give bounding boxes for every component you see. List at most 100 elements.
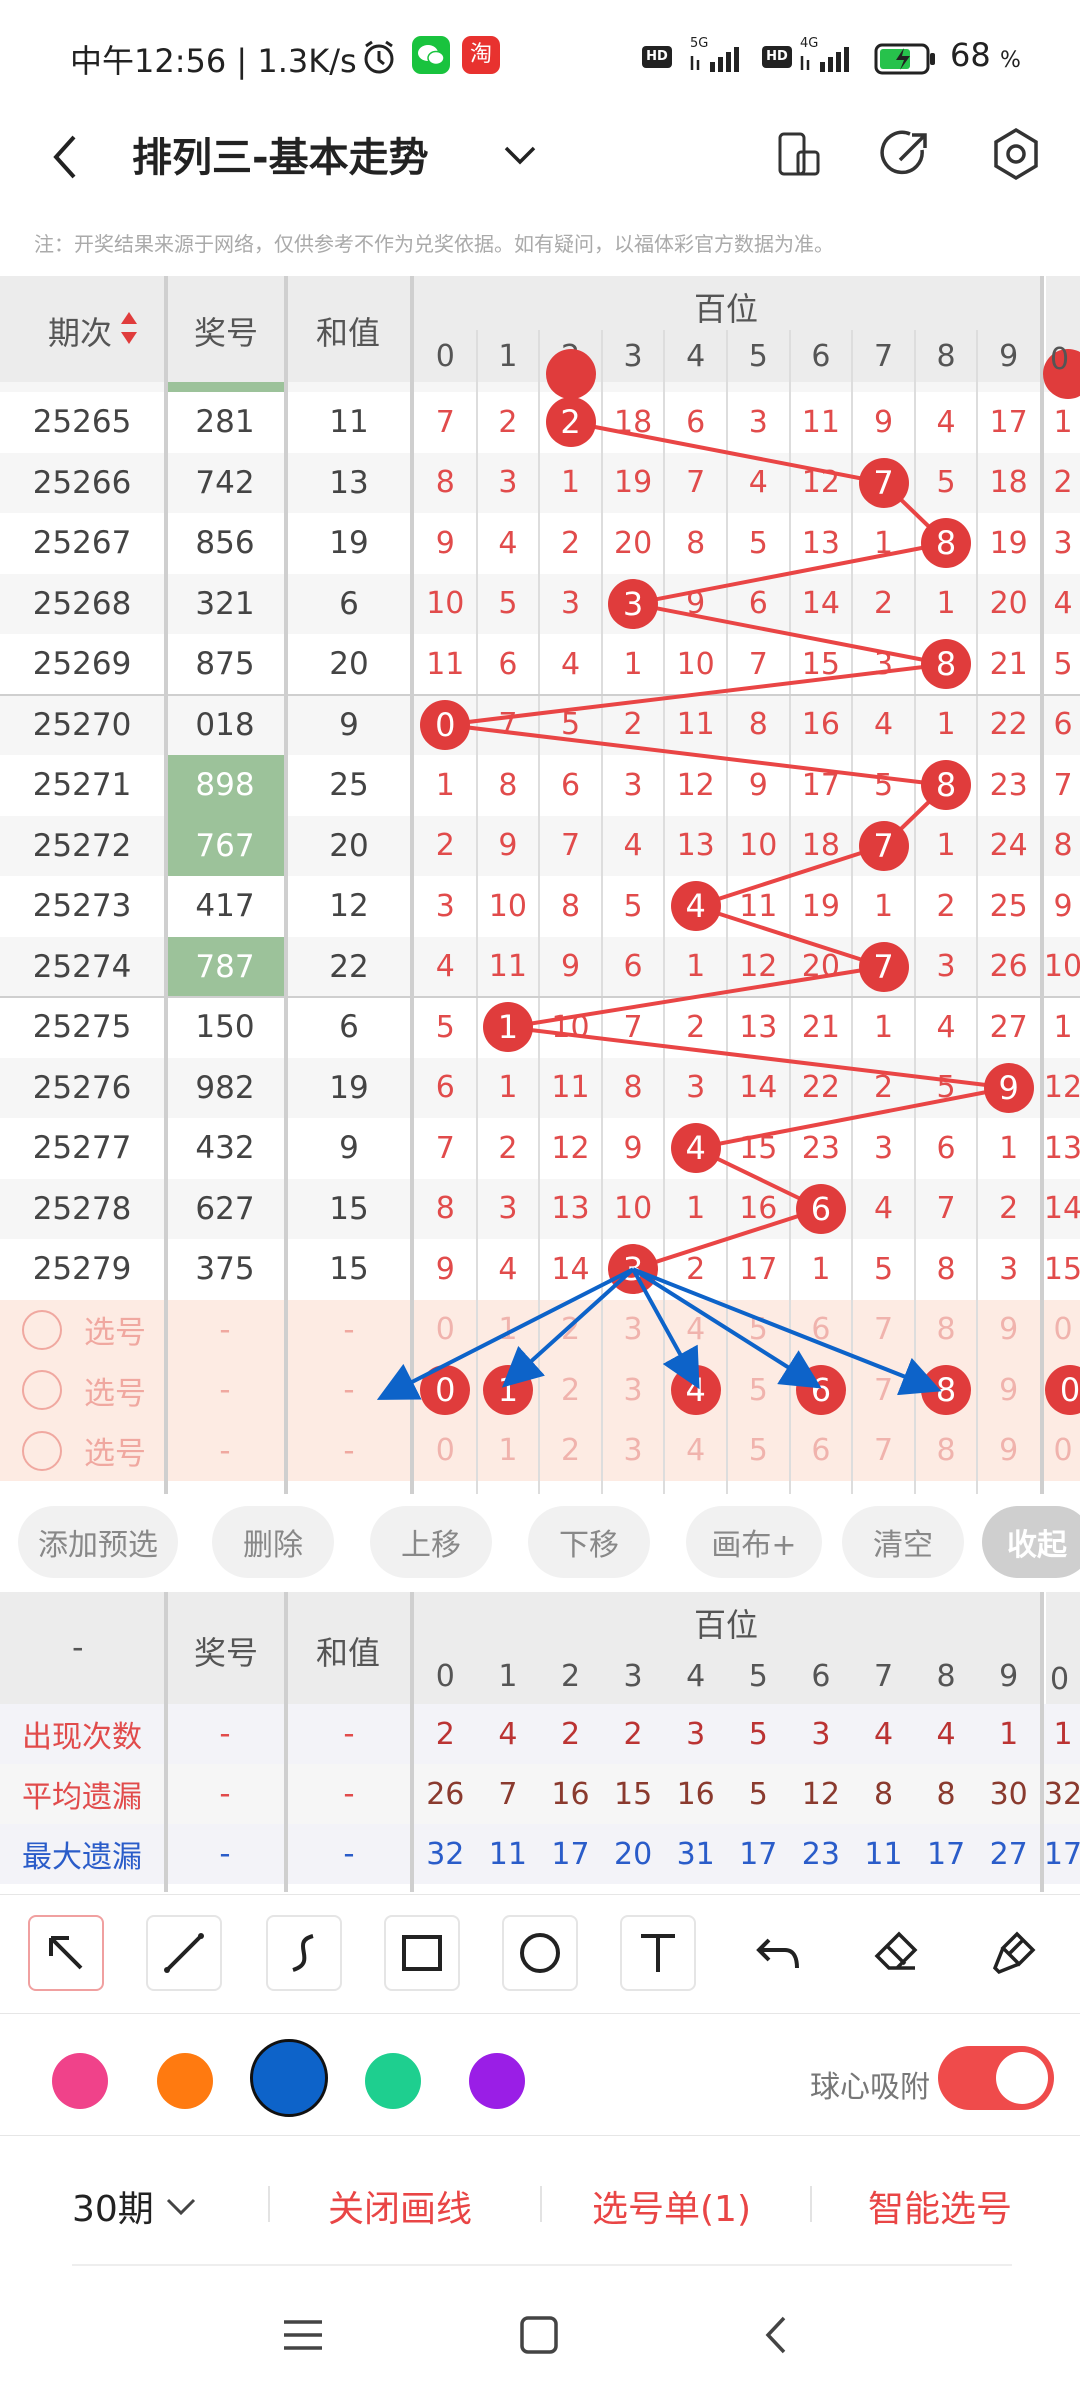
drawn-arrow[interactable] — [632, 1267, 942, 1396]
digit-header-5: 5 — [748, 1658, 768, 1694]
stats-value: 2 — [623, 1716, 643, 1752]
digit-header-7: 7 — [873, 1658, 894, 1694]
hd-badge-2: HD — [762, 46, 792, 68]
text-tool[interactable] — [620, 1915, 696, 1991]
divider — [284, 1592, 288, 1892]
share-icon[interactable] — [878, 126, 934, 182]
stats-header-group-label: 百位 — [694, 1606, 759, 1644]
stats-digit-header: 0 1 2 3 4 5 6 7 8 9 — [414, 1648, 1040, 1704]
color-purple[interactable] — [469, 2053, 525, 2109]
circle-tool[interactable] — [502, 1915, 578, 1991]
drawn-arrow[interactable] — [376, 1267, 635, 1400]
line-icon — [164, 1933, 204, 1973]
magnet-toggle[interactable] — [938, 2046, 1054, 2110]
stats-value: 11 — [864, 1836, 903, 1872]
delete-button[interactable]: 删除 — [212, 1506, 334, 1578]
divider — [1040, 1592, 1044, 1892]
stats-next-group: 17 — [1043, 1836, 1080, 1872]
pick-list-button[interactable]: 选号单(1) — [592, 2180, 751, 2232]
stats-value: 17 — [927, 1836, 966, 1872]
page-title[interactable]: 排列三-基本走势 — [132, 125, 429, 183]
stats-sum-dash: - — [343, 1716, 355, 1752]
stats-value: 17 — [739, 1836, 778, 1872]
color-green[interactable] — [365, 2053, 421, 2109]
stats-value: 2 — [435, 1716, 455, 1752]
rectangle-tool[interactable] — [384, 1915, 460, 1991]
stats-value: 15 — [614, 1776, 653, 1812]
stats-value: 4 — [936, 1716, 956, 1752]
move-up-button[interactable]: 上移 — [370, 1506, 492, 1578]
menu-icon[interactable] — [278, 2310, 328, 2360]
app-header: 排列三-基本走势 — [0, 120, 1080, 230]
action-bar: 添加预选 删除 上移 下移 画布+ 清空 收起 — [0, 1500, 1080, 1590]
stats-label: 出现次数 — [22, 1720, 142, 1755]
stats-header-group: 百位 — [414, 1592, 1040, 1648]
alarm-icon — [364, 40, 394, 74]
stats-sum-dash: - — [343, 1836, 355, 1872]
arrow-tool[interactable] — [28, 1915, 104, 1991]
separator — [540, 2186, 542, 2222]
move-down-button[interactable]: 下移 — [528, 1506, 650, 1578]
eraser-button[interactable] — [858, 1915, 934, 1991]
stats-rows: 出现次数 - -2 4 2 2 3 5 3 4 4 1 1 平均遗漏 - -26 7 16 15 16 5 12 8 8 30 3… — [0, 1704, 1080, 1892]
chevron-down-icon[interactable] — [500, 138, 540, 174]
separator — [810, 2186, 812, 2222]
brush-clear-button[interactable] — [976, 1915, 1052, 1991]
circle-icon — [520, 1933, 560, 1973]
magnet-label: 球心吸附 — [810, 2070, 930, 2105]
stats-value: 16 — [551, 1776, 590, 1812]
close-lines-button[interactable]: 关闭画线 — [328, 2180, 472, 2232]
period-selector[interactable]: 30期 — [72, 2180, 154, 2232]
next-group-digit: 0 — [1050, 342, 1070, 377]
stats-value: 3 — [686, 1716, 706, 1752]
signal-4g-icon — [800, 47, 849, 72]
stats-prize-dash: - — [219, 1716, 231, 1752]
stats-prize-dash: - — [219, 1836, 231, 1872]
home-icon[interactable] — [514, 2310, 564, 2360]
digit-header-0: 0 — [435, 1658, 455, 1694]
curve-tool[interactable] — [266, 1915, 342, 1991]
smart-pick-button[interactable]: 智能选号 — [868, 2180, 1012, 2232]
bottom-bar: 30期 关闭画线 选号单(1) 智能选号 — [0, 2136, 1080, 2266]
stats-value: 16 — [676, 1776, 715, 1812]
stats-value: 32 — [426, 1836, 465, 1872]
taobao-icon: 淘 — [462, 36, 500, 74]
digit-header-1: 1 — [498, 1658, 518, 1694]
separator — [268, 2186, 270, 2222]
settings-icon[interactable] — [988, 126, 1044, 182]
disclaimer-notice: 注：开奖结果来源于网络，仅供参考不作为兑奖依据。如有疑问，以福体彩官方数据为准。 — [34, 232, 834, 256]
battery-icon — [874, 43, 935, 75]
signal-5g-icon — [690, 47, 739, 72]
device-switch-icon[interactable] — [772, 128, 824, 180]
stats-value: 12 — [801, 1776, 840, 1812]
digit-header-4: 4 — [686, 1658, 706, 1694]
stats-label: 平均遗漏 — [22, 1780, 142, 1815]
chevron-down-icon[interactable] — [164, 2192, 198, 2222]
back-nav-icon[interactable] — [752, 2310, 802, 2360]
line-tool[interactable] — [146, 1915, 222, 1991]
back-icon[interactable] — [44, 127, 88, 187]
stats-value: 27 — [989, 1836, 1028, 1872]
stats-header-sum: 和值 — [288, 1592, 410, 1704]
text-icon — [641, 1934, 675, 1972]
color-blue-selected[interactable] — [250, 2039, 328, 2117]
drawing-toolbar — [0, 1894, 1080, 2014]
stats-value: 5 — [748, 1716, 768, 1752]
stats-row: 最大遗漏 - - 32 11 17 20 31 17 23 11 17 27 17 — [0, 1824, 1080, 1884]
drawn-arrow[interactable] — [632, 1267, 822, 1389]
canvas-plus-button[interactable]: 画布+ — [686, 1506, 822, 1578]
stats-header-prize: 奖号 — [166, 1592, 284, 1704]
add-preselect-button[interactable]: 添加预选 — [18, 1506, 178, 1578]
hd-badge-1: HD — [642, 46, 672, 68]
color-pink[interactable] — [52, 2053, 108, 2109]
drawn-arrow[interactable] — [631, 1268, 700, 1390]
stats-value: 4 — [498, 1716, 518, 1752]
stats-value: 4 — [873, 1716, 894, 1752]
color-orange[interactable] — [157, 2053, 213, 2109]
clear-button[interactable]: 清空 — [842, 1506, 964, 1578]
stats-value: 23 — [801, 1836, 840, 1872]
stats-next-group: 1 — [1053, 1716, 1073, 1752]
collapse-button[interactable]: 收起 — [982, 1506, 1080, 1578]
stats-label: 最大遗漏 — [22, 1840, 142, 1875]
undo-button[interactable] — [740, 1915, 816, 1991]
